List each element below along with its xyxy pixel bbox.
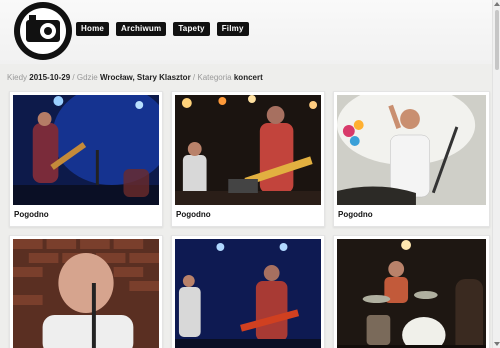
when-label: Kiedy [7, 73, 28, 82]
concert-photo[interactable] [13, 239, 159, 348]
site-header: Home Archiwum Tapety Filmy [0, 0, 492, 64]
category-label: / Kategoria [192, 73, 232, 82]
category-value[interactable]: koncert [234, 73, 263, 82]
photo-card[interactable]: Pogodno [9, 91, 163, 227]
photo-card[interactable] [333, 235, 490, 348]
nav-home[interactable]: Home [76, 22, 110, 36]
where-label: / Gdzie [72, 73, 98, 82]
concert-photo[interactable] [337, 239, 486, 348]
scroll-down-icon[interactable] [494, 342, 500, 346]
date-value[interactable]: 2015-10-29 [29, 73, 70, 82]
concert-photo[interactable] [13, 95, 159, 205]
nav-tapety[interactable]: Tapety [173, 22, 210, 36]
concert-photo[interactable] [175, 95, 321, 205]
page-scrollbar[interactable] [492, 0, 500, 348]
photo-caption[interactable]: Pogodno [14, 210, 49, 219]
nav-filmy[interactable]: Filmy [216, 22, 249, 36]
photo-card[interactable]: Pogodno [333, 91, 490, 227]
photo-card[interactable]: Pogodno [171, 91, 325, 227]
photo-caption[interactable]: Pogodno [176, 210, 211, 219]
camera-logo-icon[interactable] [14, 2, 72, 60]
breadcrumb: Kiedy 2015-10-29 / Gdzie Wrocław, Stary … [7, 73, 263, 82]
concert-photo[interactable] [337, 95, 486, 205]
concert-photo[interactable] [175, 239, 321, 348]
photo-card[interactable] [171, 235, 325, 348]
nav-archiwum[interactable]: Archiwum [116, 22, 167, 36]
photo-card[interactable] [9, 235, 163, 348]
photo-caption[interactable]: Pogodno [338, 210, 373, 219]
main-nav: Home Archiwum Tapety Filmy [76, 22, 249, 36]
place-value[interactable]: Wrocław, Stary Klasztor [100, 73, 191, 82]
scrollbar-thumb[interactable] [495, 10, 499, 70]
scroll-up-icon[interactable] [494, 2, 500, 6]
